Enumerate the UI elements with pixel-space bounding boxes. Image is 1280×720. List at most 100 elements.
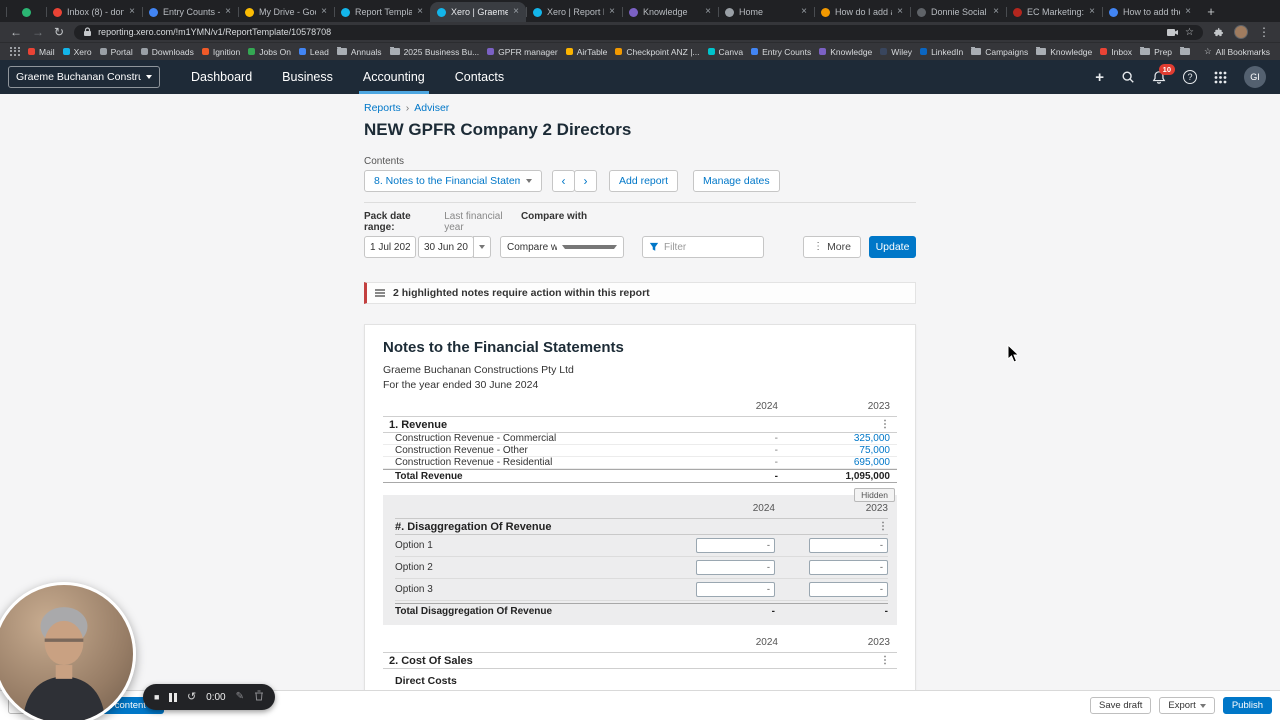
browser-tab[interactable] xyxy=(6,2,46,22)
org-selector[interactable]: Graeme Buchanan Constructions... xyxy=(8,66,160,88)
new-tab-button[interactable]: + xyxy=(1202,2,1220,20)
tab-close-icon[interactable]: × xyxy=(513,7,519,17)
bookmark-item[interactable]: Checkpoint ANZ |... xyxy=(615,47,700,57)
section-menu-kebab-icon[interactable]: ⋮ xyxy=(880,655,890,666)
option-value-input-2023[interactable] xyxy=(809,538,888,553)
browser-tab[interactable]: Home × xyxy=(718,2,814,22)
bookmark-item[interactable]: AirTable xyxy=(565,47,607,57)
tab-close-icon[interactable]: × xyxy=(225,7,231,17)
row-value-2023[interactable]: 75,000 xyxy=(778,445,890,456)
delete-recording-button[interactable] xyxy=(254,690,264,704)
quick-add-icon[interactable]: + xyxy=(1095,69,1104,86)
section-menu-kebab-icon[interactable]: ⋮ xyxy=(880,419,890,430)
browser-profile-avatar[interactable] xyxy=(1234,25,1248,39)
row-value-2023[interactable]: 695,000 xyxy=(778,457,890,468)
stop-recording-button[interactable]: ■ xyxy=(154,692,159,702)
site-info-lock-icon[interactable] xyxy=(83,27,92,37)
option-value-input-2023[interactable] xyxy=(809,560,888,575)
address-bar[interactable]: reporting.xero.com/!m1YMN/v1/ReportTempl… xyxy=(74,24,1203,40)
date-to-input[interactable] xyxy=(418,236,474,258)
pause-recording-button[interactable] xyxy=(169,692,177,702)
contents-dropdown[interactable]: 8. Notes to the Financial Statements xyxy=(364,170,542,192)
bookmark-folder[interactable]: Prep xyxy=(1140,46,1172,57)
notifications-bell-icon[interactable]: 10 xyxy=(1152,63,1175,85)
help-icon[interactable]: ? xyxy=(1183,70,1197,84)
nav-business[interactable]: Business xyxy=(267,60,348,94)
bookmark-item[interactable]: Jobs On xyxy=(248,47,291,57)
user-avatar[interactable]: GI xyxy=(1244,66,1266,88)
browser-tab[interactable]: Knowledge × xyxy=(622,2,718,22)
bookmark-item[interactable]: Xero xyxy=(62,47,92,57)
update-button[interactable]: Update xyxy=(869,236,916,258)
prev-report-button[interactable]: ‹ xyxy=(552,170,575,192)
browser-tab-active[interactable]: Xero | Graeme Bu... × xyxy=(430,2,526,22)
section-menu-kebab-icon[interactable]: ⋮ xyxy=(878,521,888,532)
extensions-puzzle-icon[interactable] xyxy=(1213,27,1224,38)
nav-accounting[interactable]: Accounting xyxy=(348,60,440,94)
browser-tab[interactable]: How to add the Xero... × xyxy=(1102,2,1198,22)
browser-tab[interactable]: My Drive - Google Dr... × xyxy=(238,2,334,22)
bookmark-item[interactable]: Inbox xyxy=(1100,47,1132,57)
reload-icon[interactable]: ↻ xyxy=(54,26,64,38)
nav-contacts[interactable]: Contacts xyxy=(440,60,519,94)
option-value-input-2024[interactable] xyxy=(696,538,775,553)
add-report-button[interactable]: Add report xyxy=(609,170,679,192)
apps-grid-icon[interactable] xyxy=(1214,71,1227,84)
bookmark-item[interactable]: Knowledge xyxy=(819,47,872,57)
bookmark-item[interactable]: Entry Counts xyxy=(751,47,811,57)
compare-with-select[interactable]: Compare with 1 year xyxy=(500,236,624,258)
bookmark-folder[interactable]: Campaigns xyxy=(971,46,1028,57)
save-draft-button[interactable]: Save draft xyxy=(1090,697,1152,714)
bookmark-item[interactable]: Canva xyxy=(707,47,743,57)
forward-icon[interactable]: → xyxy=(32,26,44,38)
nav-dashboard[interactable]: Dashboard xyxy=(176,60,267,94)
date-from-input[interactable] xyxy=(364,236,416,258)
bookmark-folder[interactable]: System xyxy=(1180,46,1194,57)
tab-close-icon[interactable]: × xyxy=(321,7,327,17)
export-dropdown-button[interactable]: Export xyxy=(1159,697,1215,714)
back-icon[interactable]: ← xyxy=(10,26,22,38)
publish-button[interactable]: Publish xyxy=(1222,697,1272,714)
bookmark-item[interactable]: Wiley xyxy=(880,47,912,57)
tab-close-icon[interactable]: × xyxy=(993,7,999,17)
apps-grid-icon[interactable] xyxy=(10,46,20,57)
filter-box[interactable] xyxy=(642,236,764,258)
bookmark-item[interactable]: Lead xyxy=(298,47,329,57)
browser-menu-kebab-icon[interactable]: ⋮ xyxy=(1258,26,1270,38)
browser-tab[interactable]: EC Marketing: Donni... × xyxy=(1006,2,1102,22)
camera-indicator-icon[interactable] xyxy=(1167,28,1179,37)
browser-tab[interactable]: Inbox (8) - donniele... × xyxy=(46,2,142,22)
next-report-button[interactable]: › xyxy=(574,170,597,192)
browser-tab[interactable]: Donnie Social Media... × xyxy=(910,2,1006,22)
manage-dates-button[interactable]: Manage dates xyxy=(693,170,780,192)
tab-close-icon[interactable]: × xyxy=(897,7,903,17)
tab-close-icon[interactable]: × xyxy=(1185,7,1191,17)
option-value-input-2024[interactable] xyxy=(696,560,775,575)
filter-input[interactable] xyxy=(664,241,744,253)
tab-close-icon[interactable]: × xyxy=(129,7,135,17)
restart-recording-button[interactable]: ↺ xyxy=(187,691,196,703)
draw-tool-button[interactable]: ✎ xyxy=(236,692,244,702)
bookmark-item[interactable]: Ignition xyxy=(201,47,240,57)
tab-close-icon[interactable]: × xyxy=(1089,7,1095,17)
option-value-input-2024[interactable] xyxy=(696,582,775,597)
bookmark-item[interactable]: Mail xyxy=(28,47,55,57)
option-value-input-2023[interactable] xyxy=(809,582,888,597)
bookmark-folder[interactable]: 2025 Business Bu... xyxy=(389,46,479,57)
all-bookmarks-button[interactable]: ☆ All Bookmarks xyxy=(1204,46,1270,57)
bookmark-item[interactable]: Downloads xyxy=(140,47,194,57)
bookmark-folder[interactable]: Knowledge xyxy=(1036,46,1092,57)
browser-tab[interactable]: How do I add a discl... × xyxy=(814,2,910,22)
url-text[interactable]: reporting.xero.com/!m1YMN/v1/ReportTempl… xyxy=(98,27,1161,37)
tab-close-icon[interactable]: × xyxy=(705,7,711,17)
bookmark-star-icon[interactable]: ☆ xyxy=(1185,27,1194,38)
search-icon[interactable] xyxy=(1121,70,1135,84)
row-value-2023[interactable]: 325,000 xyxy=(778,433,890,444)
breadcrumb-reports-link[interactable]: Reports xyxy=(364,102,401,114)
more-button[interactable]: ⋮ More xyxy=(803,236,861,258)
bookmark-item[interactable]: GPFR manager xyxy=(487,47,558,57)
browser-tab[interactable]: Report Templates - X... × xyxy=(334,2,430,22)
browser-tab[interactable]: Xero | Report Fields... × xyxy=(526,2,622,22)
bookmark-folder[interactable]: Annuals xyxy=(336,46,382,57)
bookmark-item[interactable]: Portal xyxy=(99,47,133,57)
